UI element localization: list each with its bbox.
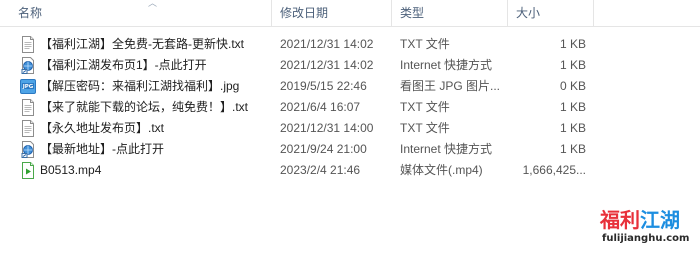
file-type: Internet 快捷方式 <box>400 142 493 156</box>
file-name: 【最新地址】-点此打开 <box>40 142 164 156</box>
column-header-date-label: 修改日期 <box>280 6 329 20</box>
file-type: TXT 文件 <box>400 37 450 51</box>
watermark-logo-part2: 江湖 <box>640 208 680 232</box>
file-list: 【福利江湖】全免费-无套路-更新快.txt 2021/12/31 14:02 T… <box>0 34 700 181</box>
file-size: 1 KB <box>559 121 586 135</box>
column-header-type[interactable]: 类型 <box>392 0 508 26</box>
file-size: 1 KB <box>559 100 586 114</box>
internet-shortcut-icon <box>20 57 36 74</box>
file-row[interactable]: B0513.mp4 2023/2/4 21:46 媒体文件(.mp4) 1,66… <box>0 160 700 181</box>
file-row[interactable]: 【永久地址发布页】.txt 2021/12/31 14:00 TXT 文件 1 … <box>0 118 700 139</box>
column-divider[interactable] <box>593 0 594 26</box>
file-explorer: ︿ 名称 修改日期 类型 大小 【福利江湖】全免费-无套路-更新快.txt 20… <box>0 0 700 254</box>
file-size: 1 KB <box>559 142 586 156</box>
file-name: 【解压密码：来福利江湖找福利】.jpg <box>40 79 240 93</box>
file-name: B0513.mp4 <box>40 163 102 177</box>
media-file-icon <box>20 162 36 179</box>
column-header-row: ︿ 名称 修改日期 类型 大小 <box>0 0 700 27</box>
file-type: 媒体文件(.mp4) <box>400 163 483 177</box>
text-file-icon <box>20 99 36 116</box>
column-header-type-label: 类型 <box>400 6 425 20</box>
file-date: 2023/2/4 21:46 <box>280 163 361 177</box>
file-date: 2021/12/31 14:00 <box>280 121 374 135</box>
column-header-size[interactable]: 大小 <box>508 0 594 26</box>
file-row[interactable]: JPG 【解压密码：来福利江湖找福利】.jpg 2019/5/15 22:46 … <box>0 76 700 97</box>
file-date: 2021/12/31 14:02 <box>280 58 374 72</box>
file-row[interactable]: 【最新地址】-点此打开 2021/9/24 21:00 Internet 快捷方… <box>0 139 700 160</box>
column-header-size-label: 大小 <box>516 6 541 20</box>
file-type: TXT 文件 <box>400 121 450 135</box>
file-name: 【永久地址发布页】.txt <box>40 121 165 135</box>
watermark-logo-part1: 福利 <box>600 208 640 232</box>
internet-shortcut-icon <box>20 141 36 158</box>
file-size: 1 KB <box>559 37 586 51</box>
file-name: 【福利江湖发布页1】-点此打开 <box>40 58 207 72</box>
column-header-date[interactable]: 修改日期 <box>272 0 392 26</box>
file-type: 看图王 JPG 图片... <box>400 79 501 93</box>
text-file-icon <box>20 120 36 137</box>
watermark-logo: 福利江湖 fulijianghu.com <box>598 208 694 248</box>
file-date: 2021/9/24 21:00 <box>280 142 367 156</box>
file-row[interactable]: 【福利江湖发布页1】-点此打开 2021/12/31 14:02 Interne… <box>0 55 700 76</box>
file-name: 【来了就能下载的论坛，纯免费！】.txt <box>40 100 249 114</box>
file-date: 2021/12/31 14:02 <box>280 37 374 51</box>
file-size: 1,666,425... <box>522 163 586 177</box>
watermark-domain: fulijianghu.com <box>602 233 690 244</box>
file-date: 2019/5/15 22:46 <box>280 79 367 93</box>
file-row[interactable]: 【福利江湖】全免费-无套路-更新快.txt 2021/12/31 14:02 T… <box>0 34 700 55</box>
file-date: 2021/6/4 16:07 <box>280 100 361 114</box>
watermark-logo-text: 福利江湖 <box>600 208 680 232</box>
file-size: 1 KB <box>559 58 586 72</box>
sort-ascending-icon: ︿ <box>148 0 158 8</box>
jpg-image-icon: JPG <box>20 78 36 95</box>
text-file-icon <box>20 36 36 53</box>
column-header-name[interactable]: ︿ 名称 <box>10 0 272 26</box>
file-name: 【福利江湖】全免费-无套路-更新快.txt <box>40 37 244 51</box>
column-header-name-label: 名称 <box>18 6 43 20</box>
file-type: Internet 快捷方式 <box>400 58 493 72</box>
file-type: TXT 文件 <box>400 100 450 114</box>
file-row[interactable]: 【来了就能下载的论坛，纯免费！】.txt 2021/6/4 16:07 TXT … <box>0 97 700 118</box>
svg-text:JPG: JPG <box>22 84 34 90</box>
file-size: 0 KB <box>559 79 586 93</box>
